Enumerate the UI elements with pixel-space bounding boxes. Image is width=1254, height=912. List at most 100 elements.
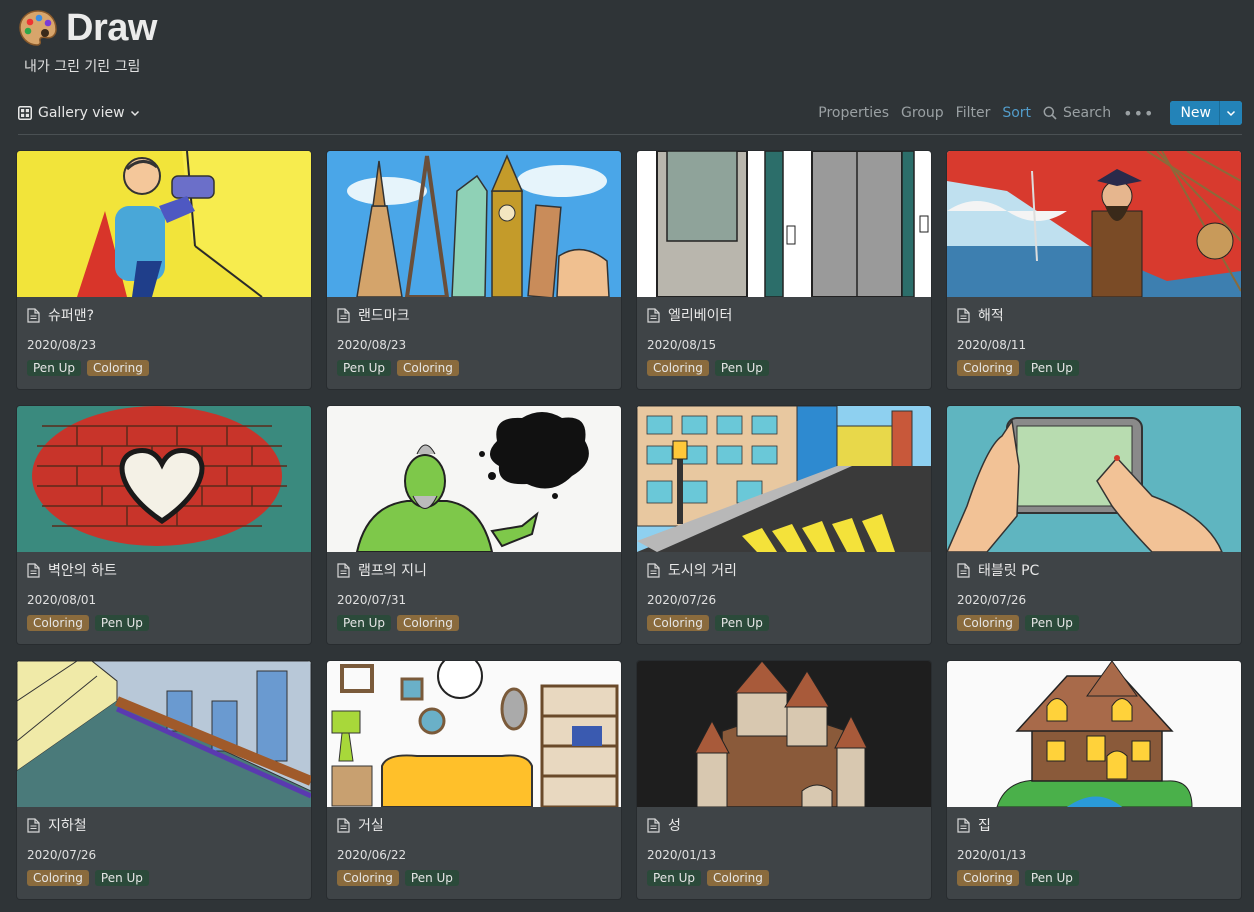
search-button[interactable]: Search — [1043, 105, 1111, 121]
card-cover-landmark — [327, 151, 621, 297]
new-button-group: New — [1170, 101, 1242, 125]
gallery-card[interactable]: 슈퍼맨? 2020/08/23 Pen Up Coloring — [17, 151, 311, 389]
page-icon — [337, 562, 350, 578]
page-icon — [27, 817, 40, 833]
card-date: 2020/08/11 — [957, 338, 1027, 352]
tag-coloring: Coloring — [707, 870, 769, 886]
group-button[interactable]: Group — [901, 105, 944, 121]
card-date: 2020/01/13 — [957, 848, 1027, 862]
gallery-grid-icon — [18, 106, 32, 120]
card-title-text: 도시의 거리 — [668, 563, 737, 579]
card-tags: Coloring Pen Up — [957, 360, 1085, 376]
new-dropdown-button[interactable] — [1219, 101, 1242, 125]
card-title: 해적 — [957, 305, 1004, 325]
gallery-card[interactable]: 램프의 지니 2020/07/31 Pen Up Coloring — [327, 406, 621, 644]
view-selector[interactable]: Gallery view — [18, 105, 140, 121]
gallery-card[interactable]: 도시의 거리 2020/07/26 Coloring Pen Up — [637, 406, 931, 644]
card-title-text: 랜드마크 — [358, 308, 410, 324]
card-title: 벽안의 하트 — [27, 560, 117, 580]
properties-button[interactable]: Properties — [818, 105, 889, 121]
tag-pen-up: Pen Up — [1024, 870, 1079, 886]
page-icon — [647, 562, 660, 578]
card-title: 거실 — [337, 815, 384, 835]
card-cover-tablet-pc — [947, 406, 1241, 552]
card-cover-house — [947, 661, 1241, 807]
page-icon — [957, 562, 970, 578]
page-header: Draw 내가 그린 기린 그림 — [18, 6, 1238, 76]
tag-coloring: Coloring — [87, 360, 149, 376]
card-tags: Pen Up Coloring — [647, 870, 775, 886]
tag-coloring: Coloring — [397, 615, 459, 631]
card-cover-living-room — [327, 661, 621, 807]
gallery-card[interactable]: 성 2020/01/13 Pen Up Coloring — [637, 661, 931, 899]
more-options-button[interactable]: ••• — [1123, 104, 1154, 123]
view-label: Gallery view — [38, 105, 125, 121]
tag-pen-up: Pen Up — [337, 360, 392, 376]
card-title-text: 집 — [978, 818, 991, 834]
card-title: 도시의 거리 — [647, 560, 737, 580]
tag-pen-up: Pen Up — [714, 615, 769, 631]
tag-coloring: Coloring — [337, 870, 399, 886]
card-title: 지하철 — [27, 815, 87, 835]
tag-coloring: Coloring — [647, 615, 709, 631]
page-icon — [647, 817, 660, 833]
page-icon — [27, 562, 40, 578]
card-cover-heart-wall — [17, 406, 311, 552]
page-icon — [337, 307, 350, 323]
database-toolbar: Gallery view Properties Group Filter Sor… — [18, 98, 1242, 128]
card-title-text: 슈퍼맨? — [48, 308, 95, 324]
gallery-card[interactable]: 태블릿 PC 2020/07/26 Coloring Pen Up — [947, 406, 1241, 644]
tag-pen-up: Pen Up — [714, 360, 769, 376]
tag-coloring: Coloring — [647, 360, 709, 376]
card-tags: Coloring Pen Up — [957, 870, 1085, 886]
card-title-text: 거실 — [358, 818, 384, 834]
sort-button[interactable]: Sort — [1002, 105, 1031, 121]
card-title: 태블릿 PC — [957, 560, 1039, 580]
gallery-card[interactable]: 엘리베이터 2020/08/15 Coloring Pen Up — [637, 151, 931, 389]
page-subtitle: 내가 그린 기린 그림 — [24, 59, 141, 75]
gallery-card[interactable]: 랜드마크 2020/08/23 Pen Up Coloring — [327, 151, 621, 389]
card-cover-genie — [327, 406, 621, 552]
tag-coloring: Coloring — [397, 360, 459, 376]
page-icon — [337, 817, 350, 833]
chevron-down-icon — [130, 110, 139, 117]
card-cover-castle — [637, 661, 931, 807]
gallery-card[interactable]: 거실 2020/06/22 Coloring Pen Up — [327, 661, 621, 899]
card-cover-city-street — [637, 406, 931, 552]
card-title-text: 성 — [668, 818, 681, 834]
card-cover-elevator — [637, 151, 931, 297]
search-icon — [1043, 106, 1057, 120]
gallery-card[interactable]: 벽안의 하트 2020/08/01 Coloring Pen Up — [17, 406, 311, 644]
gallery-card[interactable]: 집 2020/01/13 Coloring Pen Up — [947, 661, 1241, 899]
title-row: Draw — [18, 6, 1238, 50]
new-button[interactable]: New — [1170, 101, 1219, 125]
gallery-card[interactable]: 해적 2020/08/11 Coloring Pen Up — [947, 151, 1241, 389]
card-tags: Pen Up Coloring — [337, 615, 465, 631]
card-tags: Pen Up Coloring — [27, 360, 155, 376]
tag-coloring: Coloring — [957, 615, 1019, 631]
card-title: 성 — [647, 815, 681, 835]
card-title-text: 태블릿 PC — [978, 563, 1040, 579]
palette-icon[interactable] — [18, 8, 58, 48]
card-title: 랜드마크 — [337, 305, 410, 325]
tag-pen-up: Pen Up — [27, 360, 82, 376]
tag-coloring: Coloring — [27, 870, 89, 886]
card-tags: Coloring Pen Up — [957, 615, 1085, 631]
card-date: 2020/07/26 — [647, 593, 717, 607]
tag-coloring: Coloring — [957, 360, 1019, 376]
card-date: 2020/08/15 — [647, 338, 717, 352]
card-tags: Coloring Pen Up — [337, 870, 465, 886]
tag-pen-up: Pen Up — [1024, 360, 1079, 376]
card-title: 슈퍼맨? — [27, 305, 94, 325]
chevron-down-icon — [1226, 110, 1236, 117]
page-icon — [27, 307, 40, 323]
filter-button[interactable]: Filter — [956, 105, 991, 121]
card-tags: Coloring Pen Up — [647, 360, 775, 376]
card-tags: Pen Up Coloring — [337, 360, 465, 376]
toolbar-divider — [18, 134, 1242, 135]
card-date: 2020/01/13 — [647, 848, 717, 862]
gallery-card[interactable]: 지하철 2020/07/26 Coloring Pen Up — [17, 661, 311, 899]
card-title-text: 해적 — [978, 308, 1004, 324]
card-date: 2020/08/01 — [27, 593, 97, 607]
card-date: 2020/06/22 — [337, 848, 407, 862]
